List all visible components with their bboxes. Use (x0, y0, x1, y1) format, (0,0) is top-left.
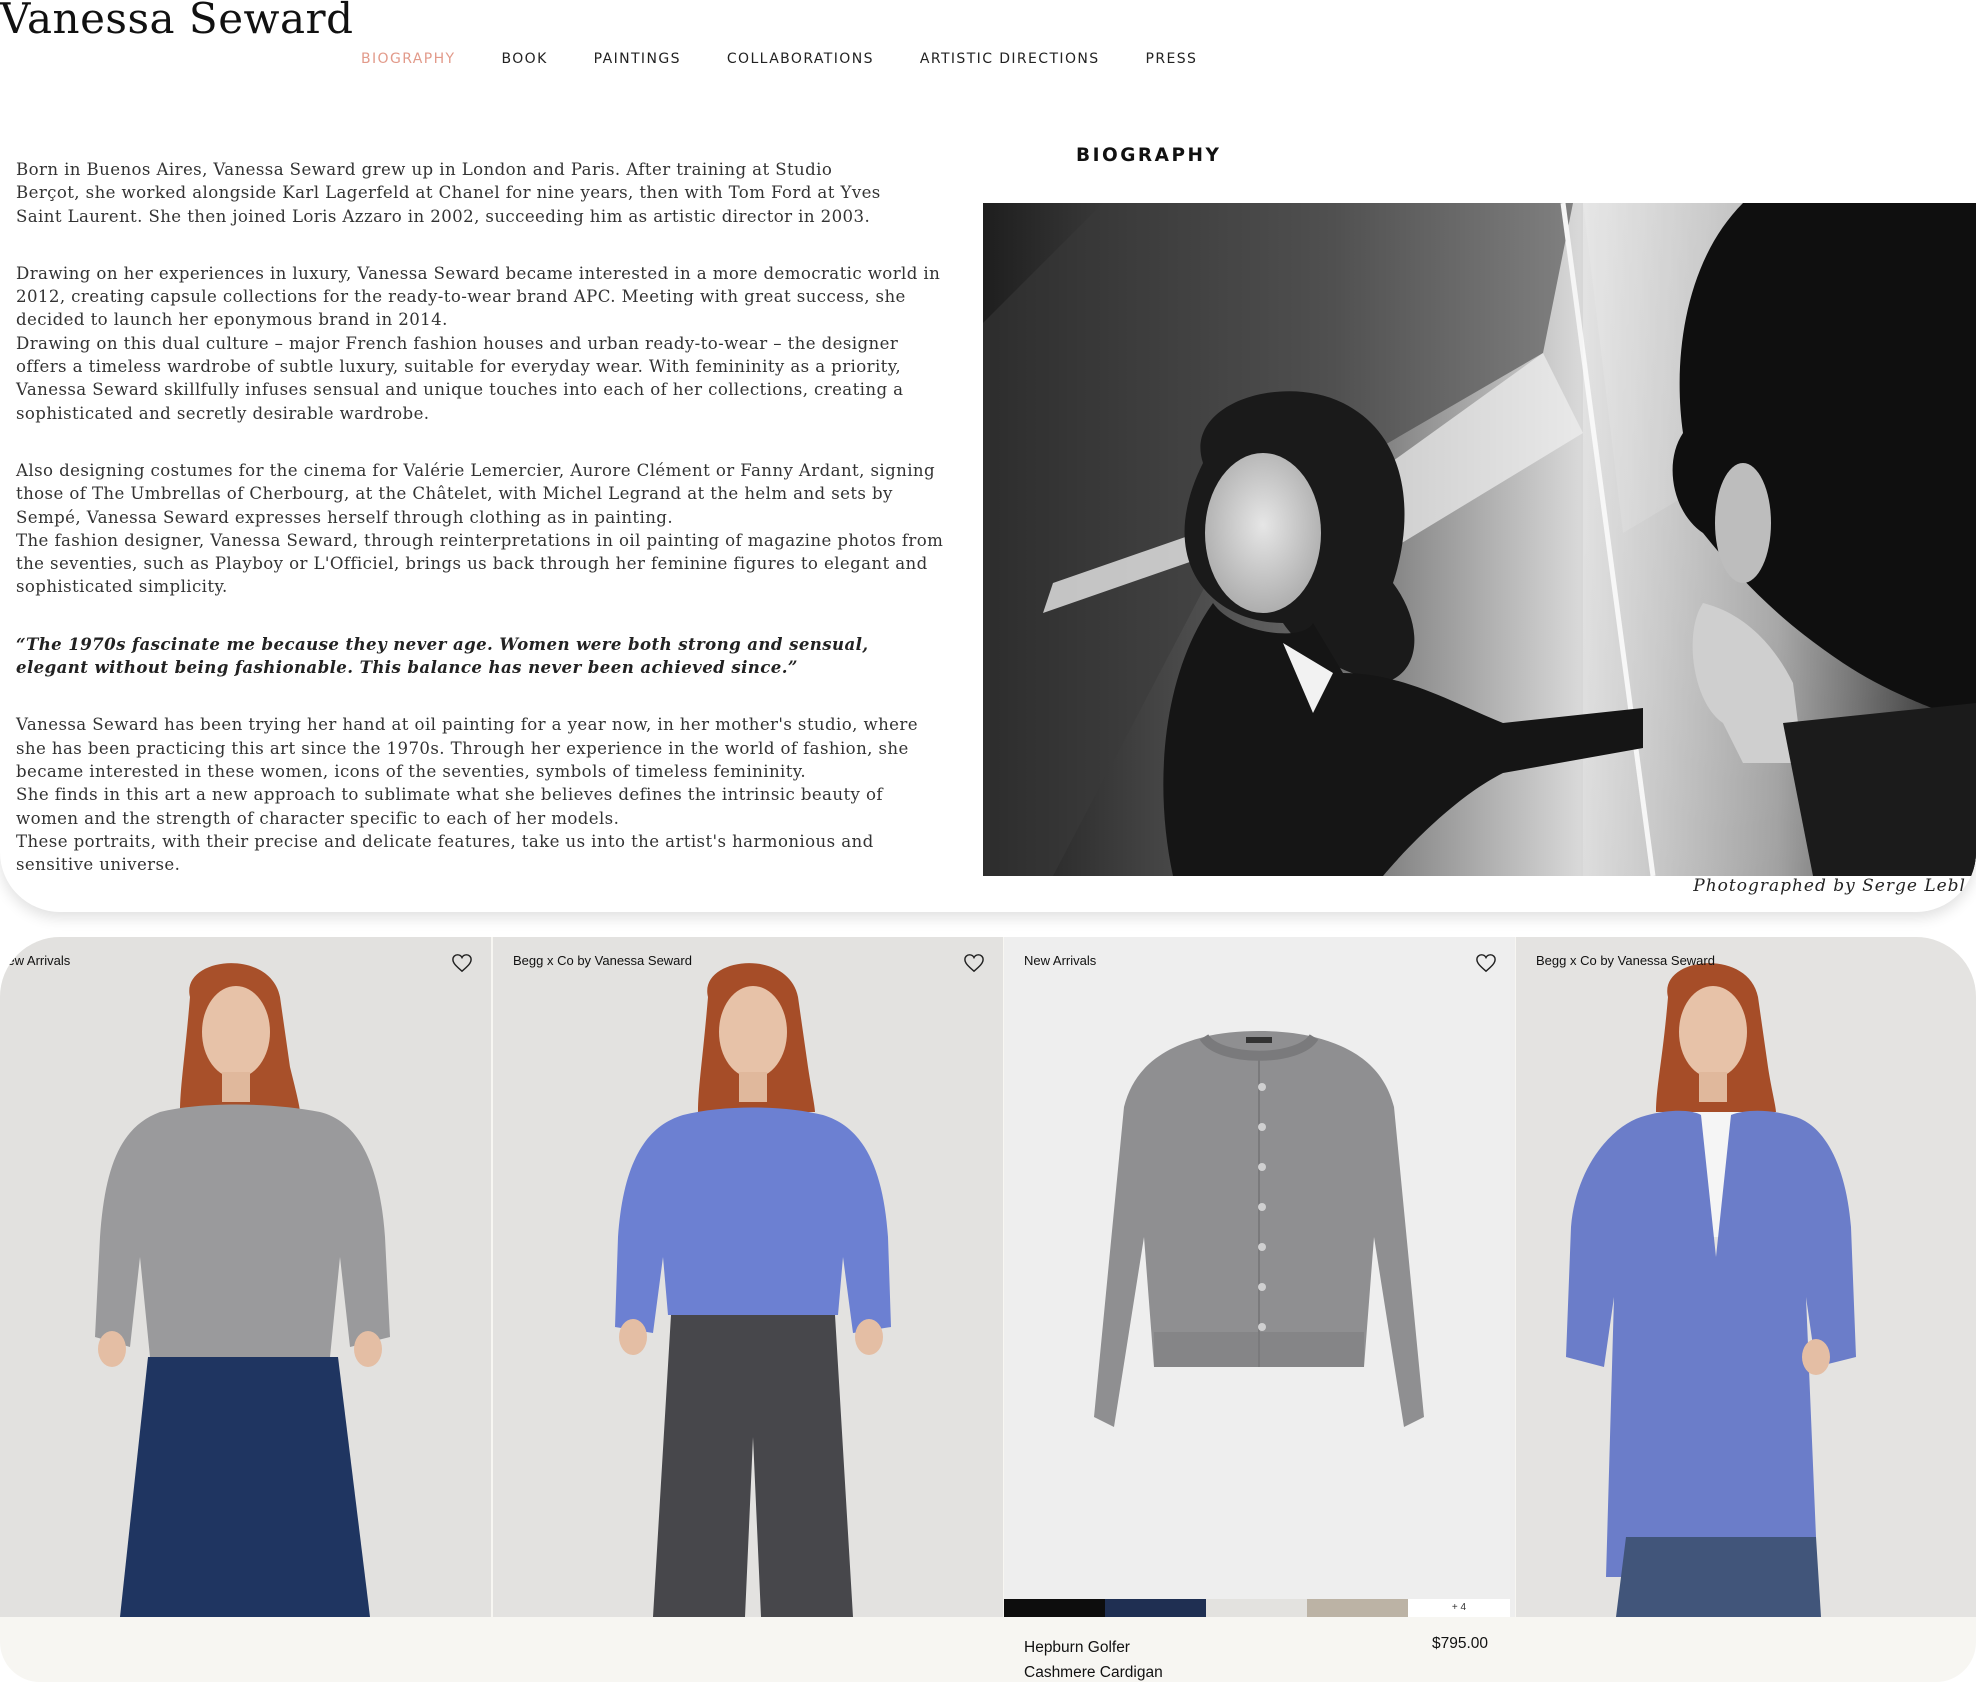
product-grid-panel: New Arrivals Begg x Co by Vanessa Seward (0, 937, 1976, 1682)
text-line: sophisticated and secretly desirable war… (16, 403, 430, 423)
text-line: “The 1970s fascinate me because they nev… (16, 633, 869, 654)
text-line: Saint Laurent. She then joined Loris Azz… (16, 206, 871, 226)
product-card[interactable]: New Arrivals (1004, 937, 1515, 1617)
text-line: became interested in these women, icons … (16, 761, 807, 781)
product-tag: New Arrivals (1024, 953, 1097, 968)
photo-credit: Photographed by Serge Lebl (1693, 876, 1966, 896)
heart-icon[interactable] (451, 953, 473, 973)
product-tag: Begg x Co by Vanessa Seward (513, 953, 692, 968)
text-line: Drawing on this dual culture – major Fre… (16, 333, 899, 353)
nav-collaborations[interactable]: COLLABORATIONS (727, 51, 874, 67)
heart-icon[interactable] (963, 953, 985, 973)
text-line: sophisticated simplicity. (16, 577, 228, 597)
product-card[interactable]: New Arrivals (0, 937, 491, 1617)
product-name-line: Hepburn Golfer (1024, 1639, 1130, 1656)
main-nav: BIOGRAPHY BOOK PAINTINGS COLLABORATIONS … (361, 51, 1243, 67)
more-colors[interactable]: + 4 (1408, 1599, 1510, 1617)
text-line: Vanessa Seward has been trying her hand … (16, 715, 918, 735)
product-name-line: Cashmere Cardigan (1024, 1664, 1163, 1681)
swatch-taupe[interactable] (1307, 1599, 1408, 1617)
text-line: Vanessa Seward skillfully infuses sensua… (16, 380, 904, 400)
bio-paragraph-1: Born in Buenos Aires, Vanessa Seward gre… (16, 158, 956, 228)
product-tag: Begg x Co by Vanessa Seward (1536, 953, 1715, 968)
product-price: $795.00 (1432, 1635, 1489, 1652)
text-line: she has been practicing this art since t… (16, 738, 909, 758)
text-line: decided to launch her eponymous brand in… (16, 310, 448, 330)
product-image (1566, 963, 1856, 1617)
text-line: The fashion designer, Vanessa Seward, th… (16, 530, 944, 550)
swatch-light-grey[interactable] (1206, 1599, 1307, 1617)
product-tag: New Arrivals (0, 953, 71, 968)
text-line: women and the strength of character spec… (16, 808, 620, 828)
text-line: sensitive universe. (16, 855, 181, 875)
bio-quote: “The 1970s fascinate me because they nev… (16, 633, 956, 680)
product-image (615, 963, 891, 1617)
swatch-navy[interactable] (1105, 1599, 1206, 1617)
product-image (95, 963, 390, 1617)
site-logo[interactable]: Vanessa Seward (0, 0, 354, 43)
nav-artistic-directions[interactable]: ARTISTIC DIRECTIONS (920, 51, 1100, 67)
text-line: Sempé, Vanessa Seward expresses herself … (16, 507, 673, 527)
bio-paragraph-3: Also designing costumes for the cinema f… (16, 459, 956, 599)
text-line: She finds in this art a new approach to … (16, 785, 883, 805)
biography-text: Born in Buenos Aires, Vanessa Seward gre… (16, 158, 956, 910)
product-card[interactable]: Begg x Co by Vanessa Seward (493, 937, 1003, 1617)
bio-paragraph-closing: Vanessa Seward has been trying her hand … (16, 713, 956, 876)
product-image (1094, 1031, 1424, 1427)
biography-panel: Vanessa Seward BIOGRAPHY BOOK PAINTINGS … (0, 0, 1976, 912)
text-line: offers a timeless wardrobe of subtle lux… (16, 357, 901, 377)
portrait-photo (983, 203, 1976, 876)
color-swatches: + 4 (1004, 1599, 1510, 1617)
text-line: those of The Umbrellas of Cherbourg, at … (16, 484, 893, 504)
text-line: the seventies, such as Playboy or L'Offi… (16, 554, 928, 574)
bio-paragraph-2: Drawing on her experiences in luxury, Va… (16, 262, 956, 425)
text-line: 2012, creating capsule collections for t… (16, 287, 906, 307)
biography-heading: BIOGRAPHY (1076, 145, 1222, 166)
text-line: Also designing costumes for the cinema f… (16, 460, 936, 480)
text-line: elegant without being fashionable. This … (16, 657, 798, 678)
text-line: Berçot, she worked alongside Karl Lagerf… (16, 183, 881, 203)
swatch-black[interactable] (1004, 1599, 1105, 1617)
heart-icon[interactable] (1475, 953, 1497, 973)
product-card[interactable]: Begg x Co by Vanessa Seward (1516, 937, 1976, 1617)
nav-press[interactable]: PRESS (1146, 51, 1198, 67)
nav-book[interactable]: BOOK (501, 51, 547, 67)
text-line: Born in Buenos Aires, Vanessa Seward gre… (16, 160, 833, 179)
portrait-illustration (983, 203, 1976, 876)
product-name[interactable]: Hepburn Golfer Cashmere Cardigan (1024, 1635, 1224, 1682)
text-line: Drawing on her experiences in luxury, Va… (16, 263, 941, 283)
text-line: These portraits, with their precise and … (16, 831, 874, 851)
nav-biography[interactable]: BIOGRAPHY (361, 51, 455, 67)
nav-paintings[interactable]: PAINTINGS (594, 51, 681, 67)
